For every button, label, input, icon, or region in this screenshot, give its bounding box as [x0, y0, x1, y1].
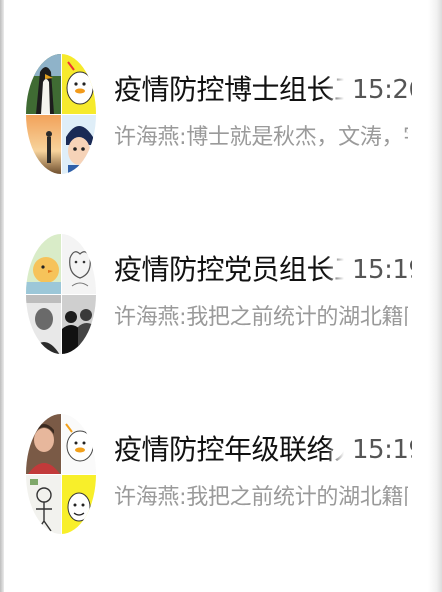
avatar-tile-crowd-icon [62, 295, 96, 354]
avatar-tile-penguin-icon [26, 54, 61, 114]
window-right-edge [428, 0, 442, 592]
chat-list-item[interactable]: 疫情防控博士组长工作群 15:26 许海燕:博士就是秋杰，文涛，宇 [0, 32, 428, 192]
chat-last-message: 许海燕:我把之前统计的湖北籍同 [114, 485, 408, 510]
chat-name: 疫情防控博士组长工作群 [114, 68, 344, 112]
chat-last-message: 许海燕:博士就是秋杰，文涛，宇 [114, 125, 408, 150]
group-avatar[interactable] [26, 234, 96, 354]
avatar-tile-man-icon [26, 414, 61, 474]
chat-list: 疫情防控博士组长工作群 15:26 许海燕:博士就是秋杰，文涛，宇 [0, 0, 428, 592]
chat-time: 15:19 [352, 435, 412, 465]
group-avatar[interactable] [26, 54, 96, 174]
avatar-tile-chick-icon [26, 234, 61, 294]
avatar-tile-sunset-icon [26, 115, 61, 174]
chat-time: 15:26 [352, 75, 412, 105]
chat-last-message: 许海燕:我把之前统计的湖北籍同 [114, 305, 408, 330]
avatar-tile-duck-icon [62, 414, 96, 474]
avatar-tile-figure-icon [26, 475, 61, 534]
chat-list-item[interactable]: 疫情防控党员组长工作群 15:19 许海燕:我把之前统计的湖北籍同 [0, 212, 428, 372]
group-avatar[interactable] [26, 414, 96, 534]
avatar-tile-portrait-icon [26, 295, 61, 354]
avatar-tile-yellow-character-icon [62, 475, 96, 534]
avatar-tile-duck-icon [62, 54, 96, 114]
chat-list-item[interactable]: 疫情防控年级联络人工作群 15:19 许海燕:我把之前统计的湖北籍同 [0, 392, 428, 552]
chat-name: 疫情防控党员组长工作群 [114, 248, 344, 292]
avatar-tile-sketch-icon [62, 234, 96, 294]
avatar-tile-anime-boy-icon [62, 115, 96, 174]
chat-name: 疫情防控年级联络人工作群 [114, 428, 344, 472]
chat-list-screen: 疫情防控博士组长工作群 15:26 许海燕:博士就是秋杰，文涛，宇 [0, 0, 442, 592]
chat-time: 15:19 [352, 255, 412, 285]
